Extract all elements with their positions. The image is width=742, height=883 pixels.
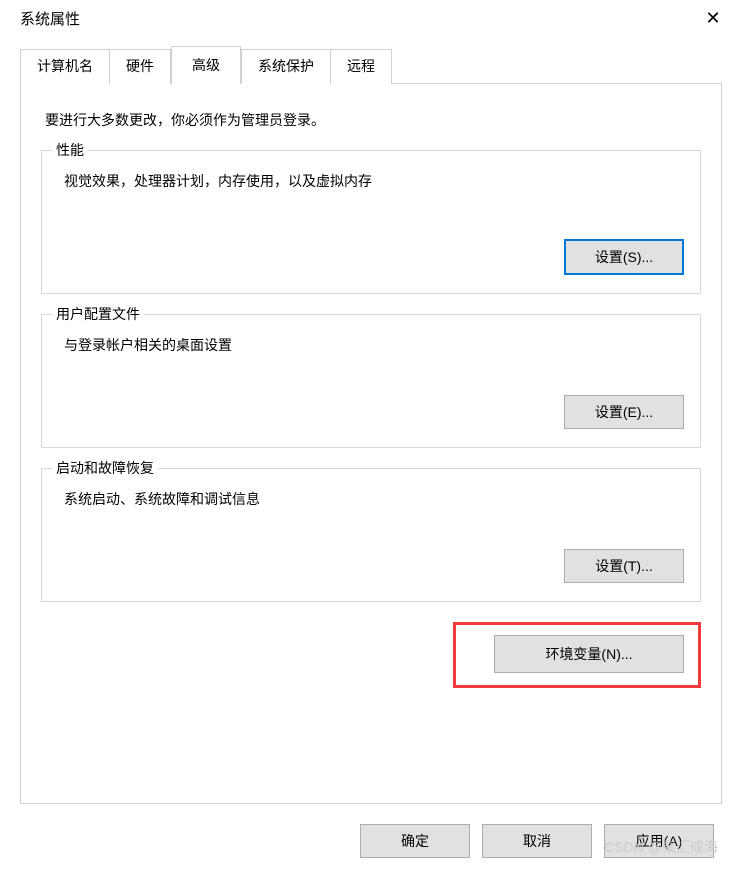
tab-system-protection[interactable]: 系统保护 <box>241 49 331 84</box>
advanced-tab-panel: 要进行大多数更改，你必须作为管理员登录。 性能 视觉效果，处理器计划，内存使用，… <box>20 84 722 804</box>
startup-settings-button[interactable]: 设置(T)... <box>564 549 684 583</box>
title-bar: 系统属性 ✕ <box>0 0 742 38</box>
close-icon[interactable]: ✕ <box>698 8 728 29</box>
group-startup-recovery: 启动和故障恢复 系统启动、系统故障和调试信息 设置(T)... <box>41 468 701 602</box>
tab-computer-name[interactable]: 计算机名 <box>20 49 110 84</box>
group-user-profile-title: 用户配置文件 <box>52 304 144 324</box>
apply-button[interactable]: 应用(A) <box>604 824 714 858</box>
group-user-profile: 用户配置文件 与登录帐户相关的桌面设置 设置(E)... <box>41 314 701 448</box>
group-performance-btn-row: 设置(S)... <box>58 239 684 275</box>
group-user-btn-row: 设置(E)... <box>58 395 684 429</box>
group-startup-desc: 系统启动、系统故障和调试信息 <box>64 489 684 509</box>
tab-hardware[interactable]: 硬件 <box>110 49 171 84</box>
group-performance-desc: 视觉效果，处理器计划，内存使用，以及虚拟内存 <box>64 171 684 191</box>
dialog-footer: 确定 取消 应用(A) <box>0 806 742 858</box>
cancel-button[interactable]: 取消 <box>482 824 592 858</box>
group-performance: 性能 视觉效果，处理器计划，内存使用，以及虚拟内存 设置(S)... <box>41 150 701 294</box>
performance-settings-button[interactable]: 设置(S)... <box>564 239 684 275</box>
tab-remote[interactable]: 远程 <box>331 49 392 84</box>
tab-advanced[interactable]: 高级 <box>171 46 241 84</box>
env-var-highlight-box: 环境变量(N)... <box>453 622 701 688</box>
dialog-title: 系统属性 <box>20 8 80 29</box>
admin-note: 要进行大多数更改，你必须作为管理员登录。 <box>45 110 701 130</box>
group-startup-btn-row: 设置(T)... <box>58 549 684 583</box>
tab-strip: 计算机名 硬件 高级 系统保护 远程 <box>20 48 722 84</box>
group-startup-title: 启动和故障恢复 <box>52 458 158 478</box>
user-profile-settings-button[interactable]: 设置(E)... <box>564 395 684 429</box>
group-performance-title: 性能 <box>52 140 88 160</box>
environment-variables-button[interactable]: 环境变量(N)... <box>494 635 684 673</box>
group-user-profile-desc: 与登录帐户相关的桌面设置 <box>64 335 684 355</box>
ok-button[interactable]: 确定 <box>360 824 470 858</box>
